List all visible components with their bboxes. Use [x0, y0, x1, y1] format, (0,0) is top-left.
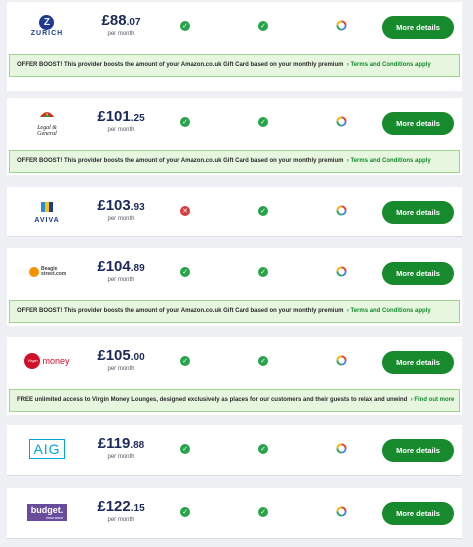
budget-logo: budget. insurance: [17, 497, 77, 527]
quote-card-beagle-street: Beagle street.com £104.89 per month ✓ ✓ M…: [7, 248, 462, 326]
aig-wordmark: AIG: [29, 439, 65, 459]
beagle-street-logo: Beagle street.com: [17, 257, 77, 287]
quote-card-zurich: Z ZURICH £88.07 per month ✓ ✓ More detail…: [7, 2, 462, 91]
monthly-price: £103.93 per month: [97, 197, 145, 222]
zurich-wordmark: ZURICH: [30, 30, 64, 37]
included-check-icon: ✓: [180, 444, 190, 454]
google-rating-icon: [336, 443, 347, 454]
included-check-icon: ✓: [258, 206, 268, 216]
more-details-button[interactable]: More details: [382, 112, 454, 135]
more-details-button[interactable]: More details: [382, 351, 454, 374]
terms-link[interactable]: › Terms and Conditions apply: [347, 308, 431, 314]
terms-link[interactable]: › Terms and Conditions apply: [347, 62, 431, 68]
offer-banner: FREE unlimited access to Virgin Money Lo…: [9, 389, 460, 412]
google-rating-icon: [336, 116, 347, 127]
legal-general-logo: Legal & General: [17, 107, 77, 137]
aviva-wordmark: AVIVA: [34, 216, 60, 224]
quote-row: Beagle street.com £104.89 per month ✓ ✓ M…: [7, 248, 462, 296]
monthly-price: £119.88 per month: [97, 435, 145, 460]
umbrella-icon: [40, 112, 54, 117]
included-check-icon: ✓: [180, 267, 190, 277]
quote-card-budget: budget. insurance £122.15 per month ✓ ✓ M…: [7, 488, 462, 539]
included-check-icon: ✓: [180, 117, 190, 127]
included-check-icon: ✓: [180, 356, 190, 366]
quote-row: AVIVA £103.93 per month ✕ ✓ More details: [7, 187, 462, 235]
budget-subtext: insurance: [45, 514, 64, 520]
more-details-button[interactable]: More details: [382, 201, 454, 224]
virgin-money-logo: Virgin money: [17, 346, 77, 376]
quote-card-aig: AIG £119.88 per month ✓ ✓ More details: [7, 425, 462, 476]
quote-row: Legal & General £101.25 per month ✓ ✓ Mor…: [7, 98, 462, 146]
quote-card-legal-general: Legal & General £101.25 per month ✓ ✓ Mor…: [7, 98, 462, 175]
virgin-money-wordmark: money: [42, 356, 70, 366]
included-check-icon: ✓: [258, 21, 268, 31]
included-check-icon: ✓: [258, 444, 268, 454]
offer-banner: OFFER BOOST! This provider boosts the am…: [9, 150, 460, 173]
beagle-dog-icon: [29, 267, 39, 277]
quote-row: Z ZURICH £88.07 per month ✓ ✓ More detail…: [7, 2, 462, 50]
google-rating-icon: [336, 266, 347, 277]
quote-row: AIG £119.88 per month ✓ ✓ More details: [7, 425, 462, 473]
included-check-icon: ✓: [258, 356, 268, 366]
monthly-price: £104.89 per month: [97, 258, 145, 283]
quote-row: budget. insurance £122.15 per month ✓ ✓ M…: [7, 488, 462, 536]
included-check-icon: ✓: [258, 267, 268, 277]
terms-link[interactable]: › Terms and Conditions apply: [347, 158, 431, 164]
budget-wordmark: budget.: [30, 504, 64, 515]
aviva-mark-icon: [40, 201, 53, 212]
more-details-button[interactable]: More details: [382, 439, 454, 462]
quote-card-virgin-money: Virgin money £105.00 per month ✓ ✓ More d…: [7, 337, 462, 415]
google-rating-icon: [336, 205, 347, 216]
more-details-button[interactable]: More details: [382, 262, 454, 285]
included-check-icon: ✓: [180, 507, 190, 517]
monthly-price: £122.15 per month: [97, 498, 145, 523]
legal-general-wordmark: Legal & General: [37, 125, 57, 137]
google-rating-icon: [336, 20, 347, 31]
not-included-cross-icon: ✕: [180, 206, 190, 216]
find-out-more-link[interactable]: › Find out more: [411, 397, 455, 403]
offer-banner: OFFER BOOST! This provider boosts the am…: [9, 54, 460, 77]
zurich-logo: Z ZURICH: [17, 11, 77, 41]
google-rating-icon: [336, 506, 347, 517]
more-details-button[interactable]: More details: [382, 16, 454, 39]
aig-logo: AIG: [17, 434, 77, 464]
included-check-icon: ✓: [180, 21, 190, 31]
monthly-price: £105.00 per month: [97, 347, 145, 372]
more-details-button[interactable]: More details: [382, 502, 454, 525]
beagle-street-wordmark: Beagle street.com: [41, 266, 67, 277]
included-check-icon: ✓: [258, 117, 268, 127]
offer-banner: OFFER BOOST! This provider boosts the am…: [9, 300, 460, 323]
monthly-price: £101.25 per month: [97, 108, 145, 133]
monthly-price: £88.07 per month: [101, 12, 141, 37]
virgin-mark-icon: Virgin: [24, 353, 41, 369]
included-check-icon: ✓: [258, 507, 268, 517]
quote-row: Virgin money £105.00 per month ✓ ✓ More d…: [7, 337, 462, 385]
google-rating-icon: [336, 355, 347, 366]
aviva-logo: AVIVA: [17, 196, 77, 226]
quote-card-aviva: AVIVA £103.93 per month ✕ ✓ More details: [7, 187, 462, 237]
zurich-mark-icon: Z: [39, 15, 55, 30]
